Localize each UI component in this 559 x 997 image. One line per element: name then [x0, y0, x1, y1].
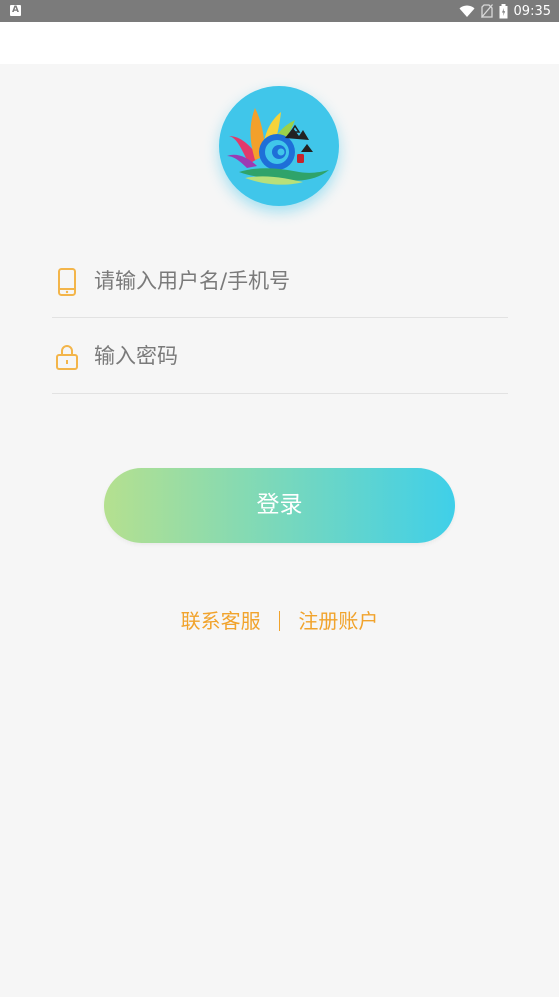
- contact-service-link[interactable]: 联系客服: [181, 605, 261, 637]
- battery-icon: [499, 3, 508, 18]
- links-separator: [279, 610, 280, 631]
- username-input[interactable]: 请输入用户名/手机号: [94, 266, 290, 296]
- password-input[interactable]: 输入密码: [94, 341, 178, 371]
- username-field[interactable]: 请输入用户名/手机号: [52, 256, 508, 306]
- username-divider: [52, 317, 508, 318]
- app-bar: [0, 22, 559, 64]
- logo-circle: [219, 86, 339, 206]
- notification-icon: A: [10, 5, 21, 16]
- lock-icon: [56, 345, 78, 370]
- wifi-icon: [459, 5, 475, 17]
- status-right-group: 09:35: [459, 0, 551, 22]
- logo-graphic-icon: [227, 108, 329, 185]
- register-account-link[interactable]: 注册账户: [298, 605, 378, 637]
- password-divider: [52, 393, 508, 394]
- bottom-links: 联系客服 注册账户: [0, 603, 559, 637]
- app-logo: [219, 86, 339, 206]
- phone-icon: [58, 268, 76, 296]
- status-bar: A 09:35: [0, 0, 559, 22]
- login-button[interactable]: 登录: [104, 468, 455, 543]
- password-field[interactable]: 输入密码: [52, 331, 508, 381]
- status-time: 09:35: [513, 3, 551, 19]
- no-sim-icon: [480, 4, 493, 18]
